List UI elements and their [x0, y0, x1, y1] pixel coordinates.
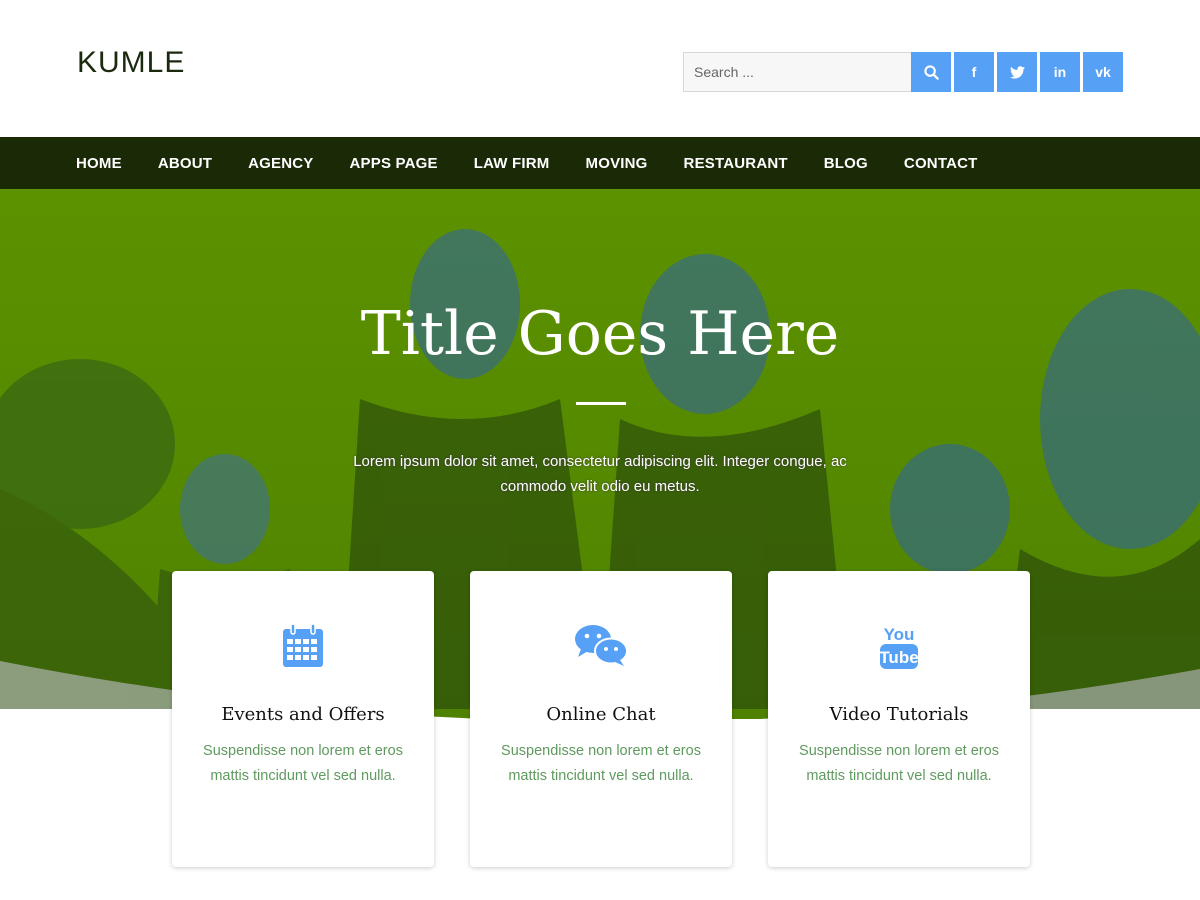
- feature-card-chat[interactable]: Online Chat Suspendisse non lorem et ero…: [470, 571, 732, 867]
- site-logo[interactable]: KUMLE: [77, 46, 185, 80]
- hero-title: Title Goes Here: [360, 299, 840, 369]
- linkedin-icon: in: [1053, 64, 1067, 80]
- nav-item-apps-page[interactable]: APPS PAGE: [350, 155, 438, 172]
- site-header: KUMLE f in vk: [0, 0, 1200, 137]
- search-button[interactable]: [911, 52, 951, 92]
- svg-text:You: You: [884, 625, 915, 644]
- feature-card-events[interactable]: Events and Offers Suspendisse non lorem …: [172, 571, 434, 867]
- header-search: f in vk: [683, 52, 1123, 92]
- chat-icon: [575, 625, 628, 666]
- card-title: Online Chat: [546, 704, 656, 725]
- search-icon: [923, 64, 939, 80]
- svg-text:Tube: Tube: [879, 648, 918, 667]
- nav-item-moving[interactable]: MOVING: [586, 155, 648, 172]
- facebook-icon: f: [971, 64, 977, 80]
- card-title: Video Tutorials: [829, 704, 969, 725]
- vk-icon: vk: [1095, 64, 1111, 80]
- card-text: Suspendisse non lorem et eros mattis tin…: [799, 743, 999, 784]
- hero-text: Lorem ipsum dolor sit amet, consectetur …: [353, 453, 847, 495]
- search-input[interactable]: [683, 52, 911, 92]
- facebook-button[interactable]: f: [954, 52, 994, 92]
- linkedin-button[interactable]: in: [1040, 52, 1080, 92]
- main-nav: HOME ABOUT AGENCY APPS PAGE LAW FIRM MOV…: [0, 137, 1200, 189]
- nav-item-blog[interactable]: BLOG: [824, 155, 868, 172]
- calendar-icon: [283, 623, 323, 667]
- youtube-icon: You Tube: [879, 625, 919, 669]
- nav-item-about[interactable]: ABOUT: [158, 155, 212, 172]
- vk-button[interactable]: vk: [1083, 52, 1123, 92]
- nav-item-restaurant[interactable]: RESTAURANT: [684, 155, 788, 172]
- card-text: Suspendisse non lorem et eros mattis tin…: [203, 743, 403, 784]
- card-text: Suspendisse non lorem et eros mattis tin…: [501, 743, 701, 784]
- nav-item-contact[interactable]: CONTACT: [904, 155, 978, 172]
- nav-item-law-firm[interactable]: LAW FIRM: [474, 155, 550, 172]
- twitter-button[interactable]: [997, 52, 1037, 92]
- nav-item-agency[interactable]: AGENCY: [248, 155, 313, 172]
- nav-item-home[interactable]: HOME: [76, 155, 122, 172]
- twitter-icon: [1009, 65, 1025, 78]
- feature-card-video[interactable]: You Tube Video Tutorials Suspendisse non…: [768, 571, 1030, 867]
- card-title: Events and Offers: [221, 704, 385, 725]
- hero-divider: [576, 402, 626, 405]
